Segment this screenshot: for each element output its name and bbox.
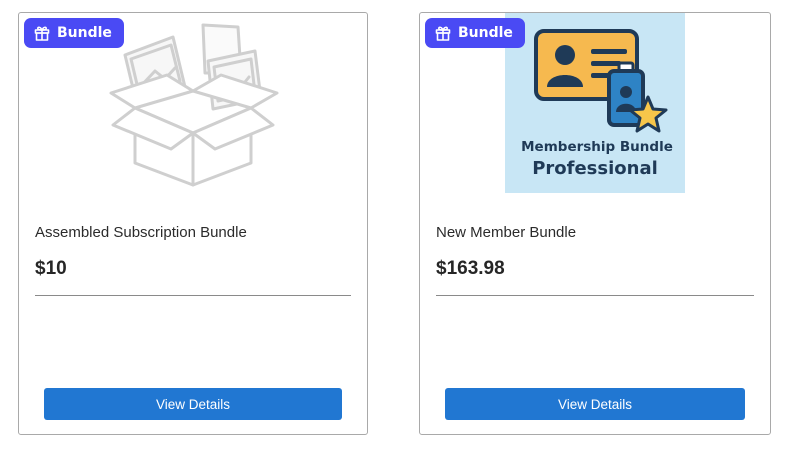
- product-image[interactable]: [103, 13, 283, 193]
- bundle-badge: Bundle: [24, 18, 124, 48]
- divider: [436, 295, 754, 296]
- product-title[interactable]: New Member Bundle: [436, 224, 576, 241]
- bundle-badge: Bundle: [425, 18, 525, 48]
- divider: [35, 295, 351, 296]
- product-image[interactable]: Membership Bundle Professional: [505, 13, 685, 193]
- bundle-badge-label: Bundle: [57, 25, 112, 41]
- image-caption-line1: Membership Bundle: [521, 139, 673, 155]
- product-card: Membership Bundle Professional Bundle Ne…: [419, 12, 771, 435]
- id-card-star-icon: Membership Bundle Professional: [505, 13, 685, 193]
- view-details-button[interactable]: View Details: [44, 388, 342, 420]
- gift-icon: [435, 26, 451, 41]
- product-card: Bundle Assembled Subscription Bundle $10…: [18, 12, 368, 435]
- open-box-placeholder-icon: [109, 23, 279, 187]
- bundle-badge-label: Bundle: [458, 25, 513, 41]
- product-title[interactable]: Assembled Subscription Bundle: [35, 224, 247, 241]
- view-details-button[interactable]: View Details: [445, 388, 745, 420]
- image-caption-line2: Professional: [532, 158, 658, 179]
- product-price: $163.98: [436, 258, 505, 279]
- gift-icon: [34, 26, 50, 41]
- product-price: $10: [35, 258, 67, 279]
